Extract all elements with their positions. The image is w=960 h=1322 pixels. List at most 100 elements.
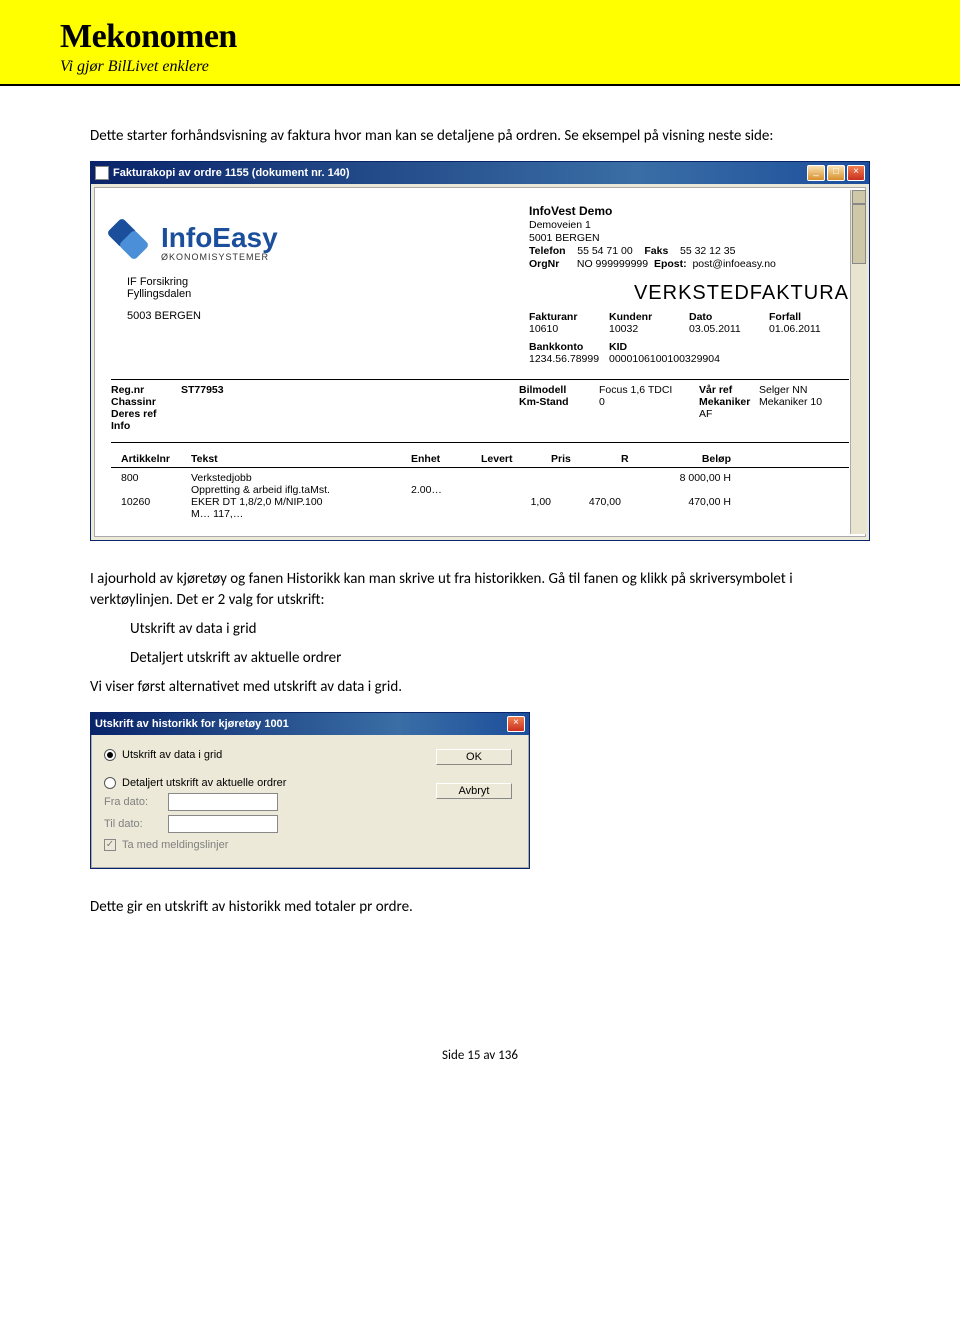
mid-paragraph-1: I ajourhold av kjøretøy og fanen Histori… xyxy=(90,569,870,611)
cancel-button[interactable]: Avbryt xyxy=(436,783,512,799)
cell-belop xyxy=(651,508,731,520)
cell-belop: 470,00 H xyxy=(651,496,731,508)
vertical-scrollbar[interactable] xyxy=(850,190,866,534)
intro-paragraph: Dette starter forhåndsvisning av faktura… xyxy=(90,126,870,147)
checkbox-icon: ✓ xyxy=(104,839,116,851)
col-tekst: Tekst xyxy=(191,453,411,465)
chassi-label: Chassinr xyxy=(111,396,181,408)
from-date-label: Fra dato: xyxy=(104,796,160,808)
cell-levert: 1,00 xyxy=(481,496,551,508)
meta-forfall-h: Forfall xyxy=(769,311,849,323)
dialog-title: Utskrift av historikk for kjøretøy 1001 xyxy=(95,718,289,730)
cell-art xyxy=(121,484,191,496)
invoice-line: 800Verkstedjobb8 000,00 H xyxy=(121,472,839,484)
cell-pris xyxy=(551,484,621,496)
meta-kundenr: 10032 xyxy=(609,323,689,335)
meta-kid: 0000106100100329904 xyxy=(609,353,849,365)
document-body: Dette starter forhåndsvisning av faktura… xyxy=(0,86,960,918)
radio-grid-label: Utskrift av data i grid xyxy=(122,749,222,761)
cell-pris xyxy=(551,472,621,484)
close-icon[interactable]: × xyxy=(847,165,865,181)
radio-detailed[interactable]: Detaljert utskrift av aktuelle ordrer xyxy=(104,777,426,789)
invoice-line: 10260EKER DT 1,8/2,0 M/NIP.100 1,00 470,00… xyxy=(121,496,839,508)
cell-enhet xyxy=(411,472,481,484)
col-levert: Levert xyxy=(481,453,551,465)
app-icon xyxy=(95,166,109,180)
to-date-label: Til dato: xyxy=(104,818,160,830)
cell-enhet xyxy=(411,508,481,520)
radio-icon[interactable] xyxy=(104,777,116,789)
cell-levert xyxy=(481,472,551,484)
col-r: R xyxy=(621,453,651,465)
col-pris: Pris xyxy=(551,453,621,465)
meta-dato: 03.05.2011 xyxy=(689,323,769,335)
tel-label: Telefon xyxy=(529,245,566,257)
cell-art: 800 xyxy=(121,472,191,484)
vehicle-details: Reg.nr ST77953 Bilmodell Focus 1,6 TDCI … xyxy=(101,384,859,432)
cell-tekst: EKER DT 1,8/2,0 M/NIP.100 xyxy=(191,496,411,508)
cell-levert xyxy=(481,484,551,496)
page-number: Side 15 av 136 xyxy=(0,1048,960,1073)
from-date-input[interactable] xyxy=(168,793,278,811)
cell-r xyxy=(621,508,651,520)
radio-grid[interactable]: Utskrift av data i grid xyxy=(104,749,426,761)
close-icon[interactable]: × xyxy=(507,716,525,732)
cell-pris xyxy=(551,508,621,520)
meta-bank-h: Bankkonto xyxy=(529,341,609,353)
invoice-preview-window: Fakturakopi av ordre 1155 (dokument nr. … xyxy=(90,161,870,541)
col-artikkelnr: Artikkelnr xyxy=(121,453,191,465)
cell-tekst: M… 117,… xyxy=(191,508,411,520)
window-titlebar[interactable]: Fakturakopi av ordre 1155 (dokument nr. … xyxy=(91,162,869,184)
customer-addr1: Fyllingsdalen xyxy=(127,288,278,300)
org-value: NO 999999999 xyxy=(577,258,648,270)
fax-value: 55 32 12 35 xyxy=(680,245,735,257)
org-label: OrgNr xyxy=(529,258,559,270)
customer-name: IF Forsikring xyxy=(127,276,278,288)
info-label: Info xyxy=(111,420,181,432)
mek-label: Mekaniker xyxy=(699,396,759,408)
col-enhet: Enhet xyxy=(411,453,481,465)
meta-forfall: 01.06.2011 xyxy=(769,323,849,335)
cell-belop: 8 000,00 H xyxy=(651,472,731,484)
dialog-titlebar[interactable]: Utskrift av historikk for kjøretøy 1001 … xyxy=(91,713,529,735)
ok-button[interactable]: OK xyxy=(436,749,512,765)
kmstand-value: 0 xyxy=(599,396,699,408)
col-belop: Beløp xyxy=(651,453,731,465)
cell-r xyxy=(621,472,651,484)
customer-addr2: 5003 BERGEN xyxy=(127,310,278,322)
cell-r xyxy=(621,484,651,496)
radio-icon[interactable] xyxy=(104,749,116,761)
kmstand-label: Km-Stand xyxy=(519,396,599,408)
company-block: InfoVest Demo Demoveien 1 5001 BERGEN Te… xyxy=(529,204,849,270)
bilmodell-label: Bilmodell xyxy=(519,384,599,396)
scroll-up-icon[interactable] xyxy=(852,190,866,204)
logo-text: InfoEasy xyxy=(161,222,278,254)
cell-art: 10260 xyxy=(121,496,191,508)
company-addr2: 5001 BERGEN xyxy=(529,232,849,244)
fax-label: Faks xyxy=(644,245,668,257)
brand-name: Mekonomen xyxy=(60,18,960,56)
infoeasy-logo-icon xyxy=(111,222,151,262)
closing-paragraph: Dette gir en utskrift av historikk med t… xyxy=(90,897,870,918)
lines-header: Artikkelnr Tekst Enhet Levert Pris R Bel… xyxy=(111,449,849,468)
regnr-value: ST77953 xyxy=(181,384,271,396)
invoice-document: InfoEasy ØKONOMISYSTEMER IF Forsikring F… xyxy=(94,187,866,537)
email-value: post@infoeasy.no xyxy=(692,258,775,270)
scroll-thumb[interactable] xyxy=(852,204,866,264)
maximize-icon[interactable]: □ xyxy=(827,165,845,181)
minimize-icon[interactable]: _ xyxy=(807,165,825,181)
document-type: VERKSTEDFAKTURA xyxy=(529,282,849,305)
mid-paragraph-2: Vi viser først alternativet med utskrift… xyxy=(90,677,870,698)
to-date-input[interactable] xyxy=(168,815,278,833)
cell-enhet xyxy=(411,496,481,508)
print-history-dialog: Utskrift av historikk for kjøretøy 1001 … xyxy=(90,712,530,869)
varref-label: Vår ref xyxy=(699,384,759,396)
option-2: Detaljert utskrift av aktuelle ordrer xyxy=(130,648,870,669)
cell-tekst: Oppretting & arbeid iflg.taMst. xyxy=(191,484,411,496)
window-title: Fakturakopi av ordre 1155 (dokument nr. … xyxy=(113,167,350,179)
include-messages-row: ✓ Ta med meldingslinjer xyxy=(104,839,426,851)
cell-enhet: 2.00… xyxy=(411,484,481,496)
email-label: Epost: xyxy=(654,258,687,270)
meta-kid-h: KID xyxy=(609,341,849,353)
company-addr1: Demoveien 1 xyxy=(529,219,849,231)
